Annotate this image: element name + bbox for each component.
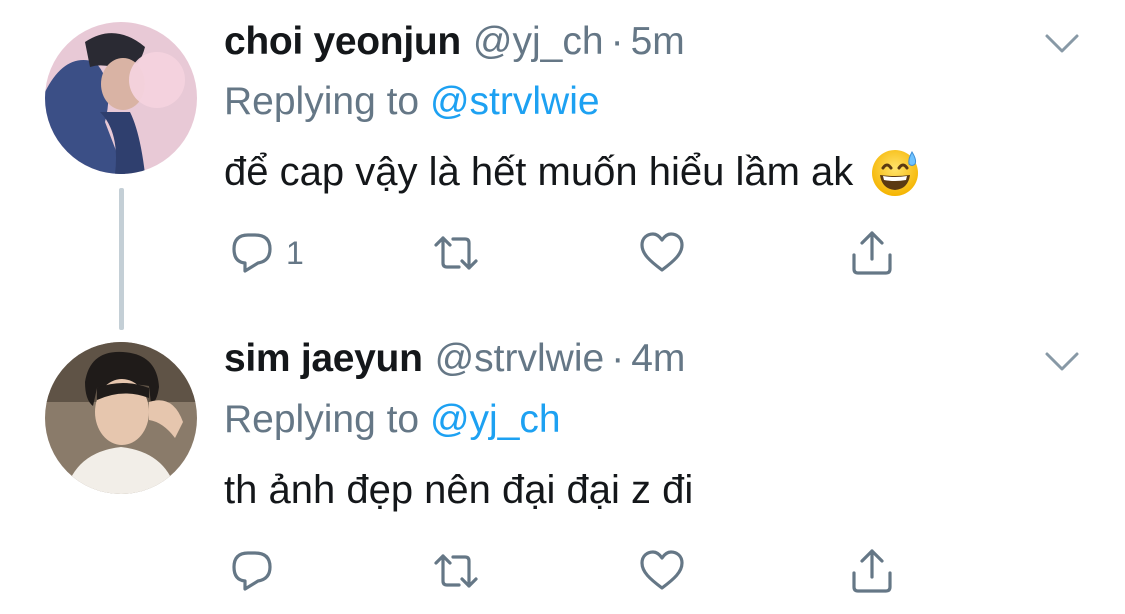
like-button[interactable] (638, 546, 686, 596)
reply-button[interactable]: 1 (228, 228, 304, 278)
tweet-text: để cap vậy là hết muốn hiểu lầm ak (224, 146, 921, 198)
reply-count: 1 (286, 234, 304, 271)
tweet[interactable]: sim jaeyun @strvlwie · 4m Replying to @y… (0, 330, 1125, 614)
tweet-body: để cap vậy là hết muốn hiểu lầm ak (224, 149, 854, 194)
tweet-body: th ảnh đẹp nên đại đại z đi (224, 468, 694, 512)
retweet-icon (432, 547, 480, 595)
like-icon (638, 229, 686, 277)
user-handle[interactable]: @strvlwie (435, 337, 605, 381)
replying-to: Replying to @yj_ch (224, 398, 561, 442)
tweet-header: choi yeonjun @yj_ch · 5m (224, 20, 685, 70)
display-name[interactable]: sim jaeyun (224, 337, 423, 381)
retweet-button[interactable] (432, 546, 480, 596)
tweet-actions: 1 (224, 228, 924, 278)
timestamp[interactable]: 5m (631, 20, 685, 64)
like-icon (638, 547, 686, 595)
replying-prefix: Replying to (224, 398, 420, 441)
retweet-icon (432, 229, 480, 277)
replying-mention[interactable]: @strvlwie (430, 80, 600, 123)
avatar[interactable] (45, 22, 197, 174)
grinning-face-with-sweat-emoji (869, 146, 921, 198)
chevron-down-icon[interactable] (1044, 32, 1080, 56)
separator-dot: · (610, 20, 624, 63)
avatar[interactable] (45, 342, 197, 494)
share-button[interactable] (848, 546, 896, 596)
tweet-actions (224, 546, 924, 596)
separator-dot: · (611, 337, 625, 380)
reply-icon (228, 229, 276, 277)
timestamp[interactable]: 4m (631, 337, 685, 381)
replying-to: Replying to @strvlwie (224, 80, 600, 124)
display-name[interactable]: choi yeonjun (224, 20, 461, 64)
tweet[interactable]: choi yeonjun @yj_ch · 5m Replying to @st… (0, 0, 1125, 330)
user-handle[interactable]: @yj_ch (473, 20, 604, 64)
share-icon (848, 547, 896, 595)
replying-mention[interactable]: @yj_ch (430, 398, 561, 441)
reply-icon (228, 547, 276, 595)
tweet-header: sim jaeyun @strvlwie · 4m (224, 337, 685, 387)
retweet-button[interactable] (432, 228, 480, 278)
share-icon (848, 229, 896, 277)
tweet-text: th ảnh đẹp nên đại đại z đi (224, 468, 693, 513)
replying-prefix: Replying to (224, 80, 420, 123)
share-button[interactable] (848, 228, 896, 278)
chevron-down-icon[interactable] (1044, 350, 1080, 374)
reply-button[interactable] (228, 546, 286, 596)
thread-line (119, 188, 124, 330)
like-button[interactable] (638, 228, 686, 278)
